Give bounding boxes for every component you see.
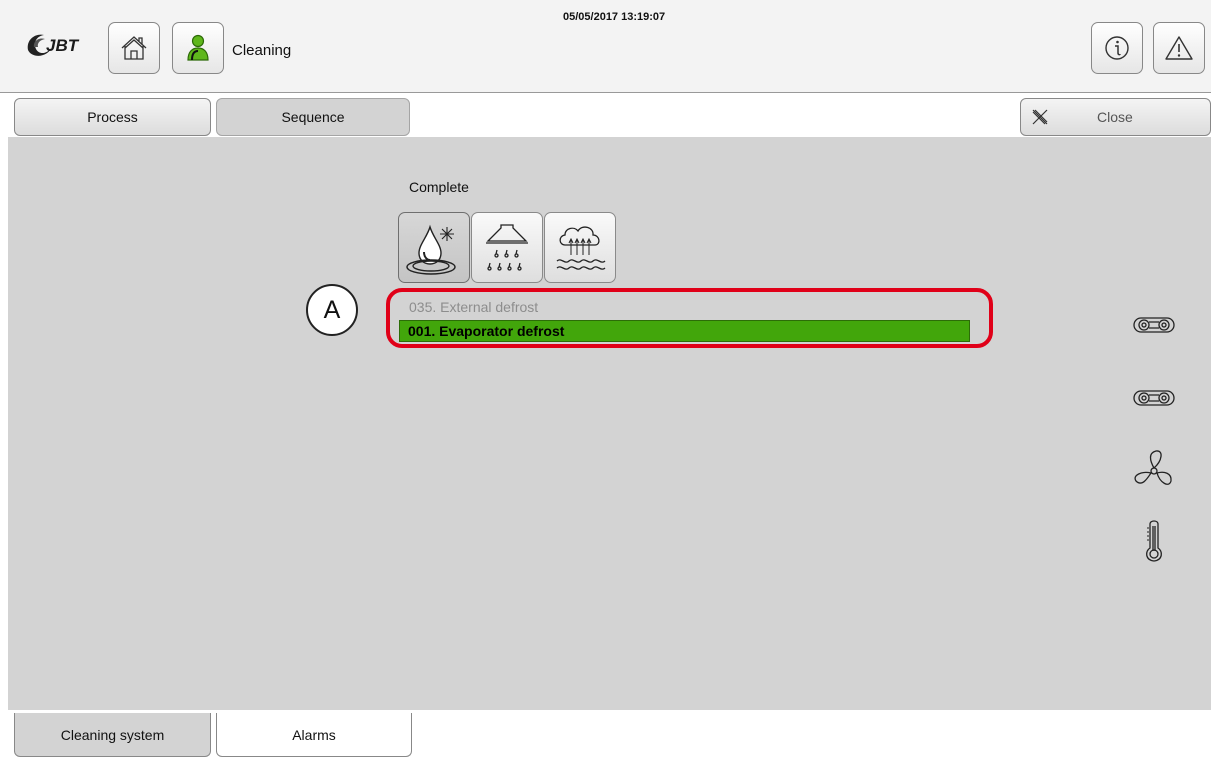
thermometer-button[interactable] xyxy=(1130,518,1178,564)
defrost-drop-icon xyxy=(406,224,456,275)
tab-sequence[interactable]: Sequence xyxy=(216,98,410,136)
tab-process-label: Process xyxy=(87,109,138,125)
logo-text: JBT xyxy=(46,36,80,55)
tab-sequence-label: Sequence xyxy=(281,109,345,125)
user-icon xyxy=(187,34,209,61)
close-icon xyxy=(1032,109,1048,125)
tab-alarms-label: Alarms xyxy=(292,726,336,743)
fan-button[interactable] xyxy=(1130,447,1178,495)
header-bar: JBT Cleaning 05/05/2017 13:19:07 xyxy=(0,0,1211,93)
thermometer-icon xyxy=(1146,520,1162,562)
status-label: Complete xyxy=(409,179,469,195)
close-button[interactable]: Close xyxy=(1020,98,1211,136)
current-step-bar: 001. Evaporator defrost xyxy=(399,320,970,342)
fan-icon xyxy=(1134,450,1172,485)
home-button[interactable] xyxy=(108,22,160,74)
info-icon xyxy=(1105,36,1129,60)
chain-icon xyxy=(1133,390,1175,406)
info-button[interactable] xyxy=(1091,22,1143,74)
warning-icon xyxy=(1165,36,1193,60)
callout-marker: A xyxy=(306,284,358,336)
spray-nozzle-icon xyxy=(486,223,528,271)
step-steam[interactable] xyxy=(544,212,616,283)
datetime: 05/05/2017 13:19:07 xyxy=(563,11,666,23)
previous-step-text: 035. External defrost xyxy=(409,299,539,315)
user-button[interactable] xyxy=(172,22,224,74)
jbt-logo: JBT xyxy=(24,30,96,60)
tab-process[interactable]: Process xyxy=(14,98,211,136)
step-spray[interactable] xyxy=(471,212,543,283)
tab-cleaning-system[interactable]: Cleaning system xyxy=(14,713,211,757)
chain-icon xyxy=(1133,317,1175,333)
step-defrost[interactable] xyxy=(398,212,470,283)
chain-button-2[interactable] xyxy=(1130,385,1178,411)
chain-button-1[interactable] xyxy=(1130,312,1178,338)
steam-cloud-icon xyxy=(556,225,606,270)
tab-cleaning-system-label: Cleaning system xyxy=(60,726,165,743)
home-icon xyxy=(121,36,147,60)
screen-title: Cleaning xyxy=(232,42,292,59)
close-label: Close xyxy=(1097,109,1133,125)
tab-alarms[interactable]: Alarms xyxy=(216,713,412,757)
alarm-button[interactable] xyxy=(1153,22,1205,74)
